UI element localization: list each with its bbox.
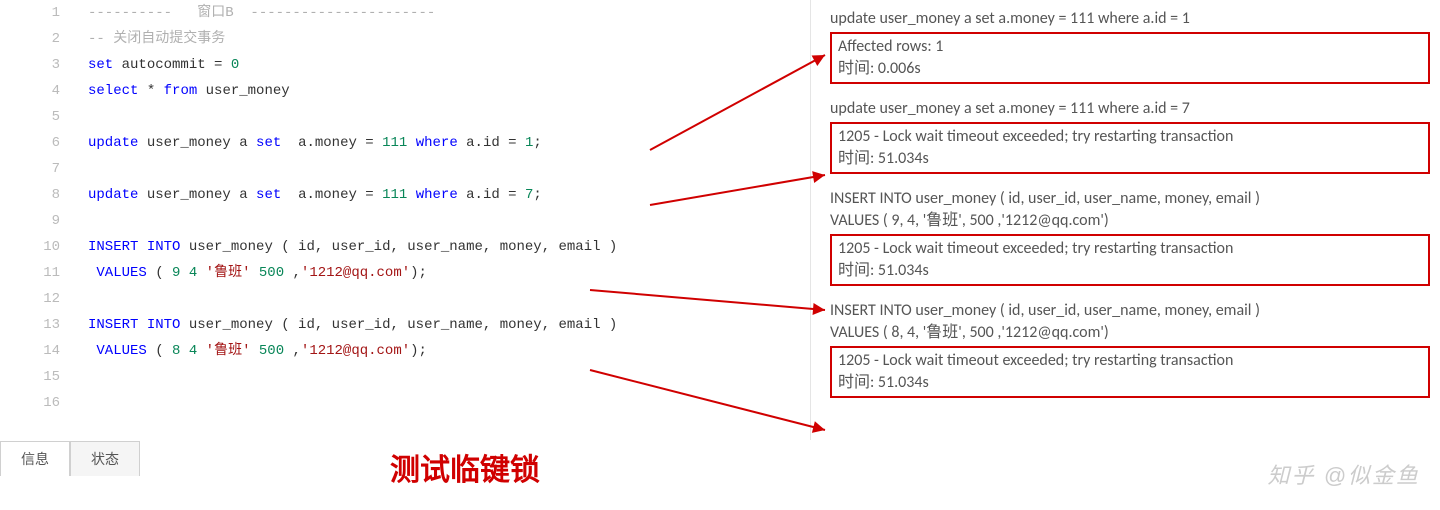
line-number: 15	[0, 364, 78, 390]
code-content: select * from user_money	[78, 78, 810, 104]
line-number: 14	[0, 338, 78, 364]
code-line[interactable]: 3set autocommit = 0	[0, 52, 810, 78]
result-box: 1205 - Lock wait timeout exceeded; try r…	[830, 234, 1430, 286]
line-number: 11	[0, 260, 78, 286]
code-line[interactable]: 1---------- 窗口B ----------------------	[0, 0, 810, 26]
code-content: VALUES ( 8 4 '鲁班' 500 ,'1212@qq.com');	[78, 338, 810, 364]
code-line[interactable]: 6update user_money a set a.money = 111 w…	[0, 130, 810, 156]
code-content	[78, 156, 810, 182]
line-number: 12	[0, 286, 78, 312]
result-block: update user_money a set a.money = 111 wh…	[830, 8, 1430, 84]
code-content	[78, 208, 810, 234]
code-content: INSERT INTO user_money ( id, user_id, us…	[78, 234, 810, 260]
result-query: INSERT INTO user_money ( id, user_id, us…	[830, 188, 1430, 232]
code-content: -- 关闭自动提交事务	[78, 26, 810, 52]
code-content	[78, 364, 810, 390]
line-number: 6	[0, 130, 78, 156]
code-line[interactable]: 5	[0, 104, 810, 130]
code-line[interactable]: 12	[0, 286, 810, 312]
watermark: 知乎 @似金鱼	[1268, 458, 1420, 490]
result-block: INSERT INTO user_money ( id, user_id, us…	[830, 188, 1430, 286]
code-content: INSERT INTO user_money ( id, user_id, us…	[78, 312, 810, 338]
line-number: 9	[0, 208, 78, 234]
code-content: set autocommit = 0	[78, 52, 810, 78]
line-number: 7	[0, 156, 78, 182]
result-query: INSERT INTO user_money ( id, user_id, us…	[830, 300, 1430, 344]
line-number: 13	[0, 312, 78, 338]
result-query: update user_money a set a.money = 111 wh…	[830, 8, 1430, 30]
line-number: 2	[0, 26, 78, 52]
code-line[interactable]: 7	[0, 156, 810, 182]
code-content	[78, 286, 810, 312]
bottom-tabs: 信息 状态	[0, 442, 140, 476]
result-box: 1205 - Lock wait timeout exceeded; try r…	[830, 346, 1430, 398]
results-panel: update user_money a set a.money = 111 wh…	[830, 8, 1430, 412]
sql-editor[interactable]: 1---------- 窗口B ----------------------2-…	[0, 0, 811, 440]
tab-status[interactable]: 状态	[70, 441, 140, 476]
code-line[interactable]: 8update user_money a set a.money = 111 w…	[0, 182, 810, 208]
page-root: 1---------- 窗口B ----------------------2-…	[0, 0, 1440, 510]
code-line[interactable]: 4select * from user_money	[0, 78, 810, 104]
code-line[interactable]: 14 VALUES ( 8 4 '鲁班' 500 ,'1212@qq.com')…	[0, 338, 810, 364]
result-box: Affected rows: 1时间: 0.006s	[830, 32, 1430, 84]
code-line[interactable]: 16	[0, 390, 810, 416]
line-number: 3	[0, 52, 78, 78]
line-number: 10	[0, 234, 78, 260]
code-line[interactable]: 13INSERT INTO user_money ( id, user_id, …	[0, 312, 810, 338]
code-content: VALUES ( 9 4 '鲁班' 500 ,'1212@qq.com');	[78, 260, 810, 286]
line-number: 8	[0, 182, 78, 208]
tab-info[interactable]: 信息	[0, 441, 70, 476]
line-number: 16	[0, 390, 78, 416]
code-content: ---------- 窗口B ----------------------	[78, 0, 810, 26]
line-number: 5	[0, 104, 78, 130]
line-number: 4	[0, 78, 78, 104]
result-block: update user_money a set a.money = 111 wh…	[830, 98, 1430, 174]
line-number: 1	[0, 0, 78, 26]
annotation-caption: 测试临键锁	[390, 445, 540, 489]
code-content: update user_money a set a.money = 111 wh…	[78, 130, 810, 156]
result-query: update user_money a set a.money = 111 wh…	[830, 98, 1430, 120]
code-line[interactable]: 10INSERT INTO user_money ( id, user_id, …	[0, 234, 810, 260]
code-line[interactable]: 11 VALUES ( 9 4 '鲁班' 500 ,'1212@qq.com')…	[0, 260, 810, 286]
result-block: INSERT INTO user_money ( id, user_id, us…	[830, 300, 1430, 398]
code-line[interactable]: 9	[0, 208, 810, 234]
code-line[interactable]: 15	[0, 364, 810, 390]
code-content	[78, 390, 810, 416]
code-content: update user_money a set a.money = 111 wh…	[78, 182, 810, 208]
result-box: 1205 - Lock wait timeout exceeded; try r…	[830, 122, 1430, 174]
code-content	[78, 104, 810, 130]
code-line[interactable]: 2-- 关闭自动提交事务	[0, 26, 810, 52]
